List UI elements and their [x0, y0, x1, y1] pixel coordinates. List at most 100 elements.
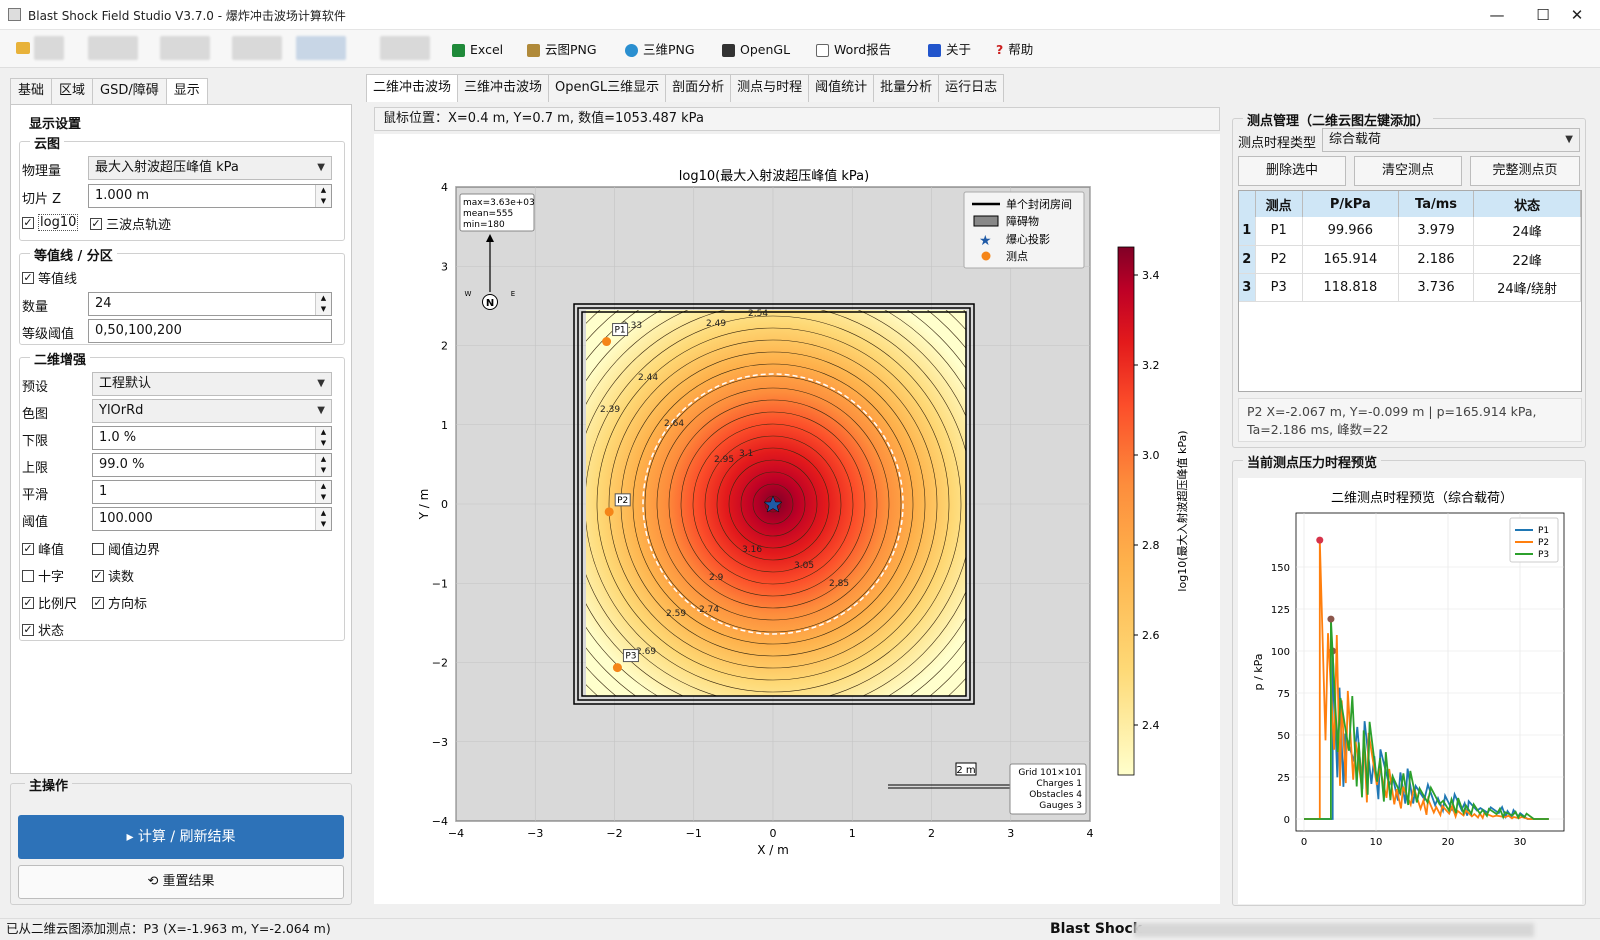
- contour-count-input[interactable]: 24 ▲ ▼: [88, 292, 332, 316]
- col-gauge[interactable]: 测点: [1255, 191, 1303, 217]
- tab-batch[interactable]: 批量分析: [873, 74, 940, 102]
- toolbar-blurred-item[interactable]: [88, 36, 138, 60]
- info-icon: [928, 43, 941, 57]
- tab-log[interactable]: 运行日志: [938, 74, 1005, 102]
- toolbar-blurred-item[interactable]: [380, 36, 430, 60]
- contour-group-title: 等值线 / 分区: [30, 245, 117, 264]
- contour-label: 2.69: [636, 647, 656, 657]
- slice-z-input[interactable]: 1.000 m ▲ ▼: [88, 184, 332, 208]
- levels-input[interactable]: 0,50,100,200: [88, 319, 332, 343]
- contour-lines-checkbox[interactable]: ✓ 等值线: [22, 268, 77, 287]
- spin-down-icon[interactable]: ▼: [315, 465, 331, 476]
- legend-obstacle-swatch: [973, 215, 999, 227]
- gauge-marker[interactable]: [612, 663, 622, 673]
- spin-up-icon[interactable]: ▲: [315, 293, 331, 304]
- tab-display[interactable]: 显示: [165, 78, 208, 104]
- spin-down-icon[interactable]: ▼: [315, 492, 331, 503]
- colormap-select[interactable]: YlOrRd ▼: [92, 399, 332, 423]
- opengl-button[interactable]: OpenGL: [722, 39, 790, 61]
- x-tick-label: 0: [770, 827, 777, 840]
- spin-up-icon[interactable]: ▲: [315, 454, 331, 465]
- compass-checkbox[interactable]: ✓ 方向标: [92, 593, 147, 612]
- minimize-button[interactable]: —: [1474, 0, 1520, 30]
- contour-plot-area[interactable]: log10(最大入射波超压峰值 kPa) 2.33 2.49 2.54 2.44 2.3…: [374, 134, 1220, 904]
- about-button[interactable]: 关于: [928, 39, 971, 61]
- y-tick-label: −2: [432, 657, 448, 670]
- table-cell: 99.966: [1302, 217, 1399, 246]
- tab-gsd[interactable]: GSD/障碍: [92, 78, 167, 104]
- tab-section[interactable]: 剖面分析: [665, 74, 732, 102]
- table-corner: [1239, 191, 1256, 217]
- colorbar-tick-label: 3.2: [1142, 359, 1160, 372]
- clear-gauges-button[interactable]: 清空测点: [1354, 156, 1462, 186]
- time-history-chart[interactable]: 二维测点时程预览（综合载荷） 1501251007550250 0 10 20 30 …: [1238, 478, 1582, 904]
- col-arrival[interactable]: Ta/ms: [1398, 191, 1475, 217]
- table-cell: 118.818: [1302, 273, 1399, 302]
- scale-bar-checkbox[interactable]: ✓ 比例尺: [22, 593, 77, 612]
- col-status[interactable]: 状态: [1473, 191, 1581, 217]
- upper-limit-input[interactable]: 99.0 % ▲ ▼: [92, 453, 332, 477]
- spin-down-icon[interactable]: ▼: [315, 519, 331, 530]
- peak-checkbox[interactable]: ✓ 峰值: [22, 539, 64, 558]
- spin-up-icon[interactable]: ▲: [315, 427, 331, 438]
- toolbar-blurred-item[interactable]: [160, 36, 210, 60]
- contour-label: 3.05: [794, 561, 814, 571]
- spin-up-icon[interactable]: ▲: [315, 185, 331, 196]
- compass-w: W: [465, 290, 472, 298]
- slice-label: 切片 Z: [22, 192, 62, 207]
- smooth-input[interactable]: 1 ▲ ▼: [92, 480, 332, 504]
- table-row[interactable]: 2 P2 165.914 2.186 22峰: [1239, 245, 1581, 274]
- count-label: 数量: [22, 300, 49, 315]
- toolbar-blurred-item[interactable]: [34, 36, 64, 60]
- spin-down-icon[interactable]: ▼: [315, 304, 331, 315]
- display-group-title: 显示设置: [29, 117, 82, 132]
- spin-up-icon[interactable]: ▲: [315, 508, 331, 519]
- tab-gauges[interactable]: 测点与时程: [730, 74, 810, 102]
- spin-down-icon[interactable]: ▼: [315, 196, 331, 207]
- tab-2d-field[interactable]: 二维冲击波场: [366, 74, 459, 102]
- tab-region[interactable]: 区域: [51, 78, 94, 104]
- tab-basic[interactable]: 基础: [10, 78, 53, 104]
- word-report-button[interactable]: Word报告: [816, 39, 891, 61]
- chevron-down-icon: ▼: [317, 162, 325, 173]
- chart-y-tick: 150: [1271, 563, 1290, 574]
- gauge-marker[interactable]: [604, 507, 614, 517]
- toolbar-blurred-item[interactable]: [232, 36, 282, 60]
- preview-plot-area[interactable]: 二维测点时程预览（综合载荷） 150 125 100 75 50 25 0 0 10 20 30 …: [1238, 478, 1582, 904]
- state-checkbox[interactable]: ✓ 状态: [22, 620, 64, 639]
- contour-label: 2.85: [829, 579, 849, 589]
- low-label: 下限: [22, 434, 49, 449]
- delete-selected-button[interactable]: 删除选中: [1238, 156, 1346, 186]
- threshold-edge-checkbox[interactable]: 阈值边界: [92, 539, 160, 558]
- calculate-button[interactable]: ▸ 计算 / 刷新结果: [18, 815, 344, 859]
- preset-select[interactable]: 工程默认 ▼: [92, 372, 332, 396]
- excel-button[interactable]: Excel: [452, 39, 503, 61]
- lower-limit-input[interactable]: 1.0 % ▲ ▼: [92, 426, 332, 450]
- contour-plot[interactable]: log10(最大入射波超压峰值 kPa) 2.33 2.492.542.442.3…: [374, 134, 1220, 904]
- table-row[interactable]: 1 P1 99.966 3.979 24峰: [1239, 217, 1581, 246]
- triple-point-checkbox[interactable]: ✓ 三波点轨迹: [90, 214, 171, 233]
- cloud-png-button[interactable]: 云图PNG: [527, 39, 597, 61]
- col-pressure[interactable]: P/kPa: [1302, 191, 1399, 217]
- close-button[interactable]: ✕: [1554, 0, 1600, 30]
- gauge-type-select[interactable]: 综合载荷 ▼: [1322, 128, 1580, 152]
- folder-icon[interactable]: [16, 42, 30, 54]
- threshold-input[interactable]: 100.000 ▲ ▼: [92, 507, 332, 531]
- crosshair-checkbox[interactable]: 十字: [22, 566, 64, 585]
- full-gauge-page-button[interactable]: 完整测点页: [1470, 156, 1580, 186]
- gauge-marker[interactable]: [602, 337, 612, 347]
- y-tick-label: 0: [441, 498, 448, 511]
- tab-opengl[interactable]: OpenGL三维显示: [548, 74, 667, 102]
- spin-down-icon[interactable]: ▼: [315, 438, 331, 449]
- table-row[interactable]: 3 P3 118.818 3.736 24峰/绕射: [1239, 273, 1581, 302]
- reset-button[interactable]: ⟲ 重置结果: [18, 865, 344, 899]
- spin-up-icon[interactable]: ▲: [315, 481, 331, 492]
- help-button[interactable]: ? 帮助: [996, 39, 1033, 61]
- tab-threshold[interactable]: 阈值统计: [808, 74, 875, 102]
- 3d-png-button[interactable]: 三维PNG: [625, 39, 695, 61]
- log10-checkbox[interactable]: ✓ log10: [22, 214, 79, 231]
- toolbar-blurred-item[interactable]: [296, 36, 346, 60]
- quantity-select[interactable]: 最大入射波超压峰值 kPa ▼: [88, 156, 332, 180]
- tab-3d-field[interactable]: 三维冲击波场: [457, 74, 550, 102]
- reading-checkbox[interactable]: ✓ 读数: [92, 566, 134, 585]
